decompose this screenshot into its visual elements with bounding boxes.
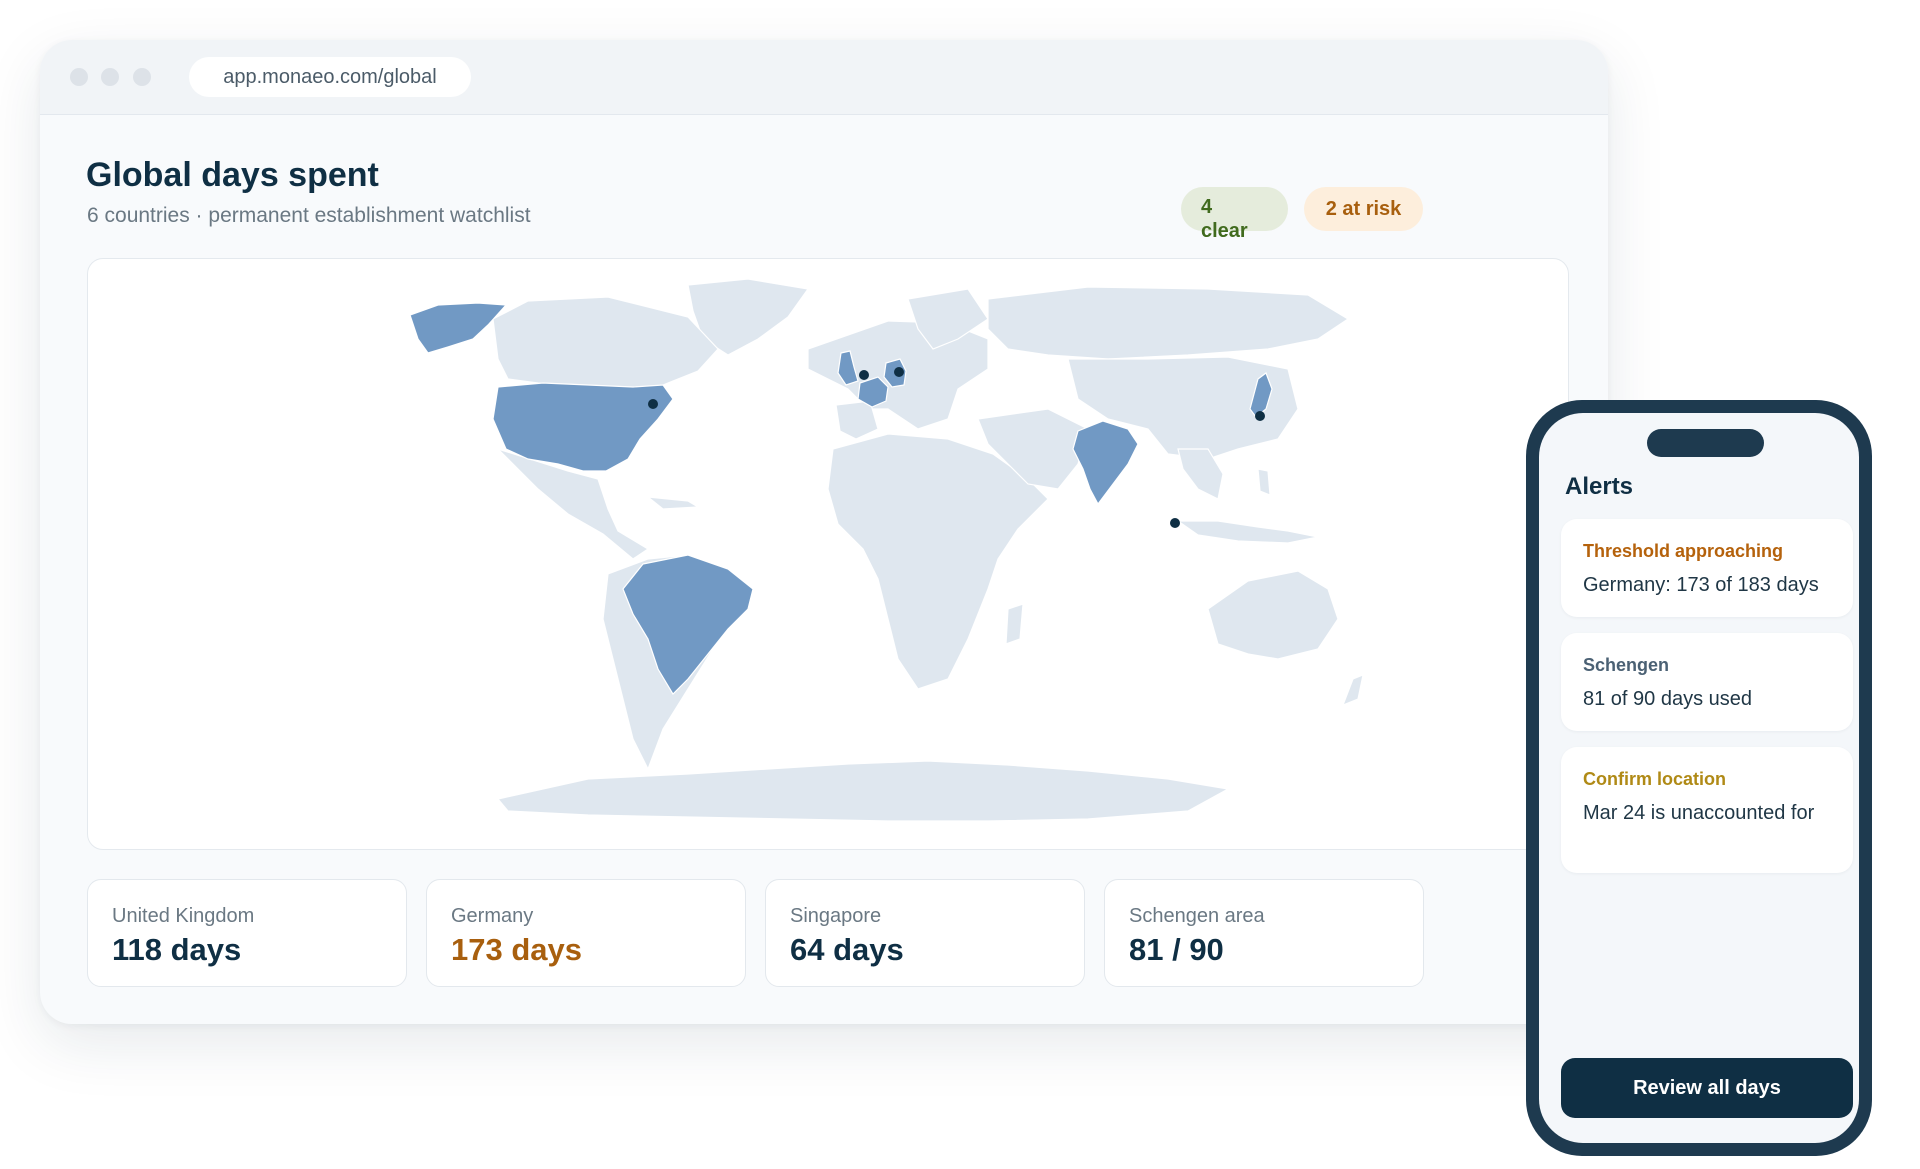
world-map xyxy=(409,278,1364,822)
alert-heading: Schengen xyxy=(1583,655,1670,675)
marker-new-york[interactable] xyxy=(648,399,658,409)
phone-frame: Alerts Threshold approaching Germany: 17… xyxy=(1526,400,1872,1156)
stat-label: Singapore xyxy=(790,905,882,927)
stat-value: 64 days xyxy=(790,932,904,967)
clear-badge-count: 4 xyxy=(1201,196,1213,218)
window-close-dot[interactable] xyxy=(70,68,88,86)
stat-card-germany[interactable]: Germany 173 days xyxy=(426,879,746,987)
land-canada xyxy=(492,296,719,392)
land-philippines xyxy=(1257,468,1271,496)
alerts-title: Alerts xyxy=(1565,473,1634,500)
phone-screen: Alerts Threshold approaching Germany: 17… xyxy=(1539,413,1859,1143)
stat-card-united-kingdom[interactable]: United Kingdom 118 days xyxy=(87,879,407,987)
land-australia xyxy=(1207,570,1339,660)
land-indonesia xyxy=(1176,520,1319,544)
stat-card-singapore[interactable]: Singapore 64 days xyxy=(765,879,1085,987)
clear-badge[interactable]: 4 clear xyxy=(1181,187,1288,242)
page-title: Global days spent xyxy=(86,156,379,194)
land-new-zealand xyxy=(1341,674,1364,707)
address-bar[interactable]: app.monaeo.com/global xyxy=(189,57,471,97)
marker-frankfurt[interactable] xyxy=(894,367,904,377)
alert-heading: Threshold approaching xyxy=(1583,541,1784,561)
alert-threshold-approaching[interactable]: Threshold approaching Germany: 173 of 18… xyxy=(1561,519,1853,617)
marker-tokyo[interactable] xyxy=(1255,411,1265,421)
alert-body: Mar 24 is unaccounted for xyxy=(1583,802,1815,824)
land-russia xyxy=(987,286,1350,360)
land-caribbean xyxy=(646,496,700,510)
stat-label: United Kingdom xyxy=(112,905,255,927)
marker-london[interactable] xyxy=(859,370,869,380)
alert-confirm-location[interactable]: Confirm location Mar 24 is unaccounted f… xyxy=(1561,747,1853,873)
country-india xyxy=(1072,420,1139,506)
stat-value: 81 / 90 xyxy=(1129,932,1224,967)
land-antarctica xyxy=(496,760,1230,822)
land-africa xyxy=(827,433,1049,690)
alert-body: Germany: 173 of 183 days xyxy=(1583,574,1819,596)
stat-value: 118 days xyxy=(112,932,242,967)
window-maximize-dot[interactable] xyxy=(133,68,151,86)
alert-body: 81 of 90 days used xyxy=(1583,688,1753,710)
country-alaska xyxy=(409,302,508,354)
at-risk-badge[interactable]: 2 at risk xyxy=(1304,187,1423,231)
clear-badge-label: clear xyxy=(1201,220,1248,242)
page-subtitle: 6 countries · permanent establishment wa… xyxy=(87,204,531,227)
review-all-days-button[interactable]: Review all days xyxy=(1561,1058,1853,1118)
stat-label: Schengen area xyxy=(1129,905,1265,927)
marker-singapore[interactable] xyxy=(1170,518,1180,528)
window-minimize-dot[interactable] xyxy=(101,68,119,86)
land-madagascar xyxy=(1005,603,1024,645)
stat-card-schengen-area[interactable]: Schengen area 81 / 90 xyxy=(1104,879,1424,987)
world-map-land xyxy=(492,278,1364,822)
browser-chrome: app.monaeo.com/global xyxy=(40,40,1608,115)
phone-notch xyxy=(1647,429,1764,457)
stat-value: 173 days xyxy=(451,932,582,967)
alert-schengen[interactable]: Schengen 81 of 90 days used xyxy=(1561,633,1853,731)
alert-heading: Confirm location xyxy=(1583,769,1726,789)
browser-window: app.monaeo.com/global Global days spent … xyxy=(40,40,1608,1024)
stat-label: Germany xyxy=(451,905,534,927)
world-map-card xyxy=(87,258,1569,850)
